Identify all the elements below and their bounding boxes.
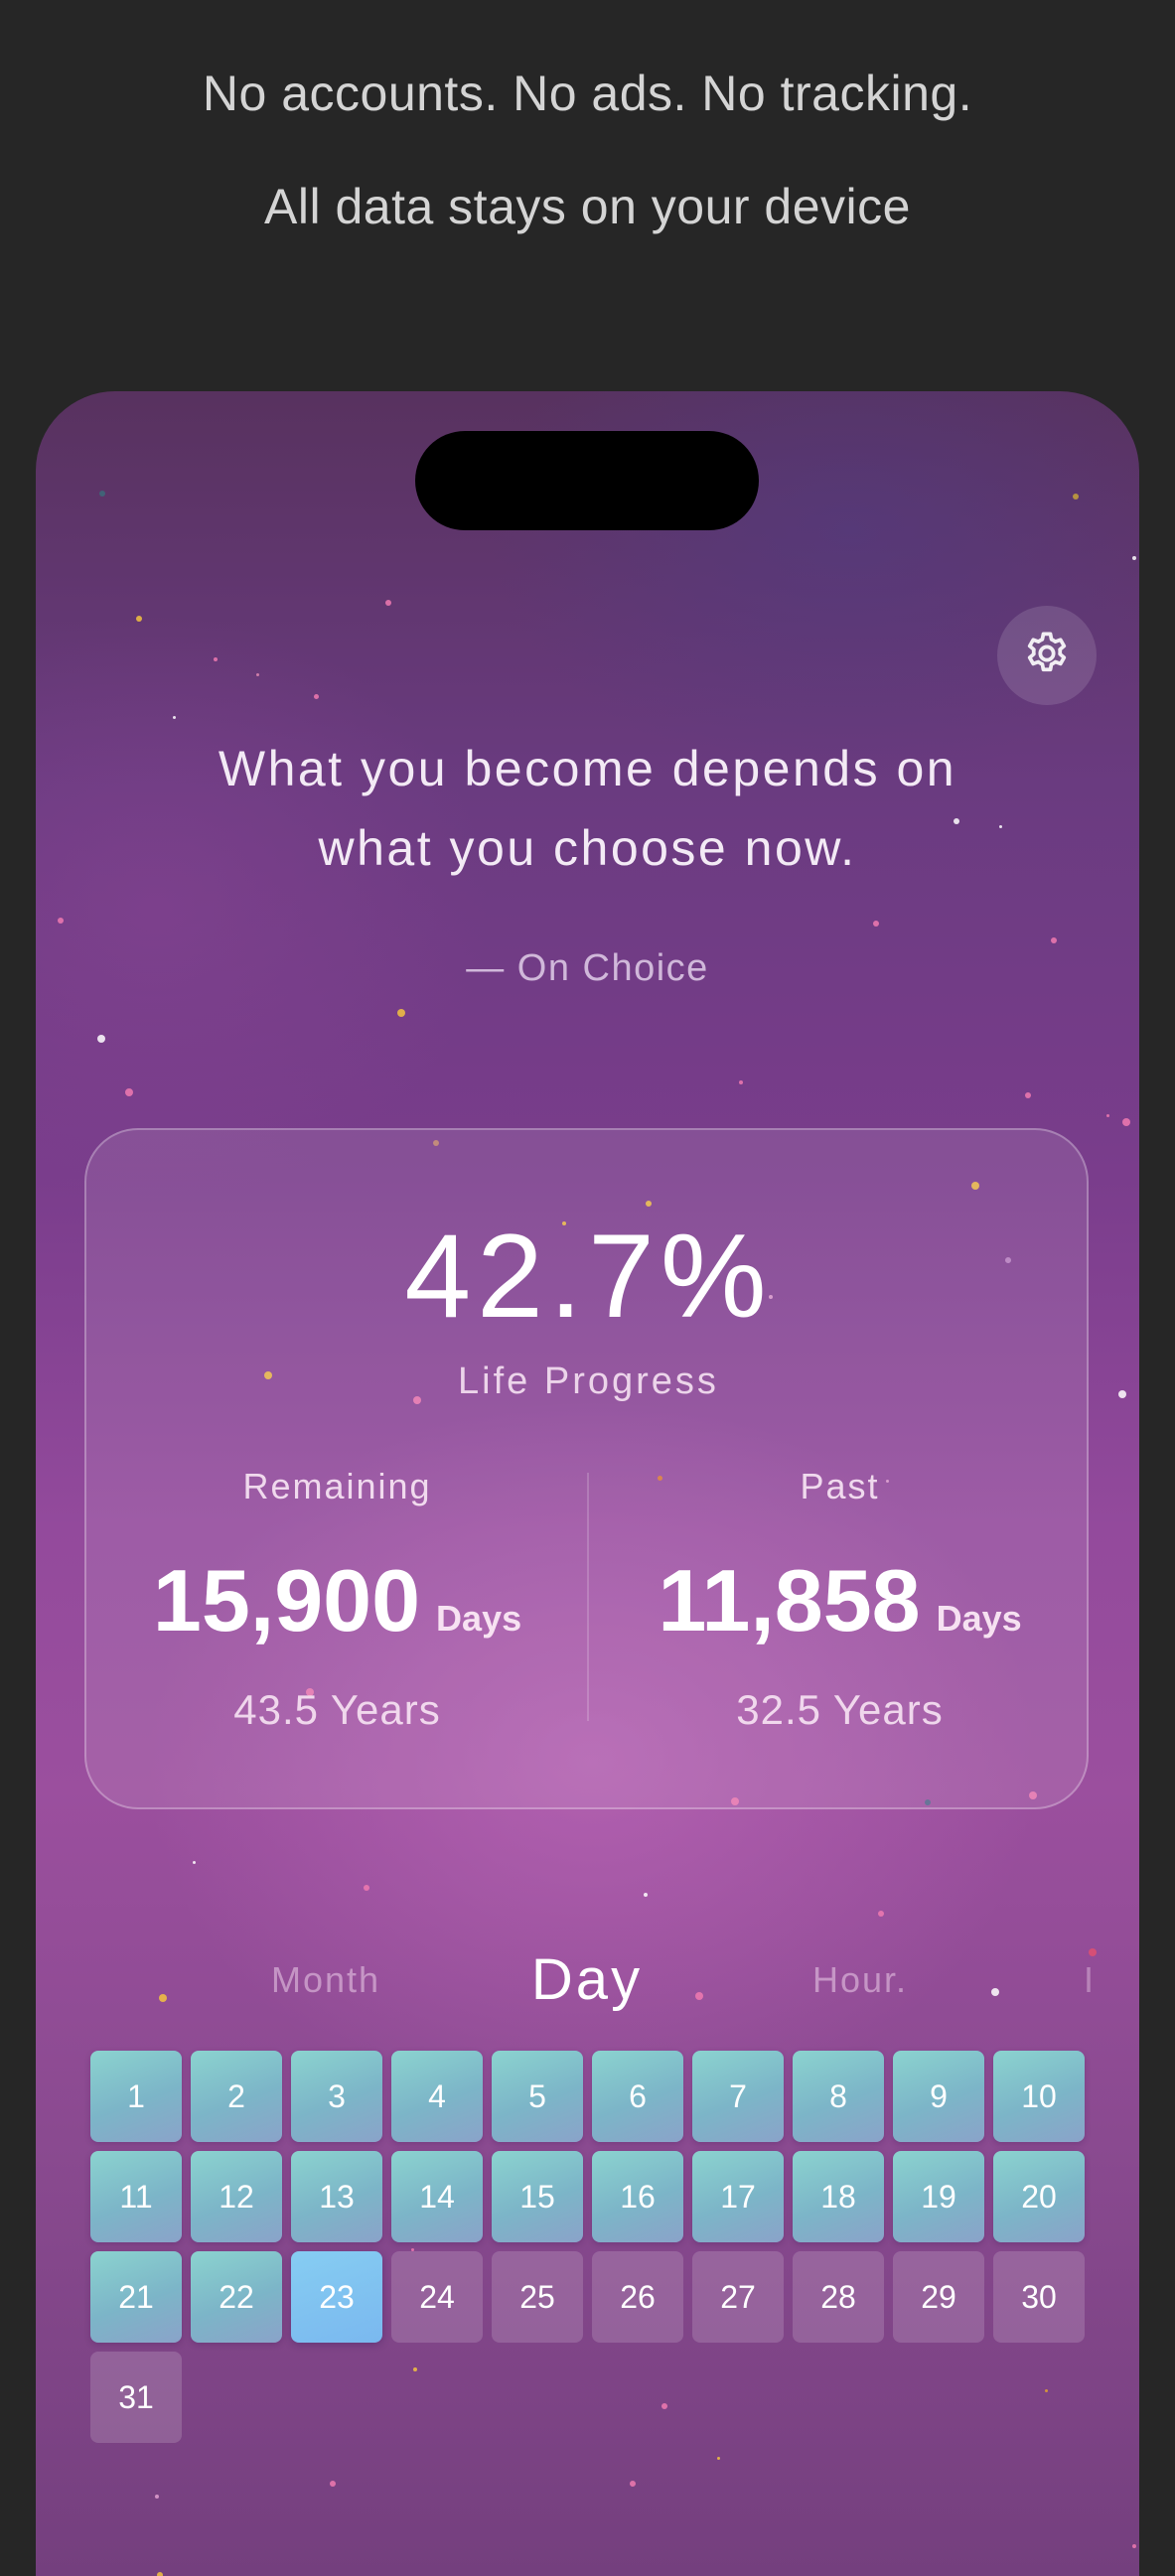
star-dot xyxy=(1132,2544,1136,2548)
day-cell[interactable]: 5 xyxy=(492,2051,583,2142)
tab-day[interactable]: Day xyxy=(473,1940,701,2020)
promo-data-line: All data stays on your device xyxy=(264,179,911,234)
past-days: 11,858 Days xyxy=(589,1551,1091,1668)
day-cell[interactable]: 9 xyxy=(893,2051,984,2142)
day-cell[interactable]: 6 xyxy=(592,2051,683,2142)
star-dot xyxy=(630,2481,636,2487)
star-dot xyxy=(413,2367,417,2371)
day-cell[interactable]: 20 xyxy=(993,2151,1085,2242)
day-cell[interactable]: 1 xyxy=(90,2051,182,2142)
day-cell[interactable]: 24 xyxy=(391,2251,483,2343)
day-cell[interactable]: 28 xyxy=(793,2251,884,2343)
day-cell[interactable]: 12 xyxy=(191,2151,282,2242)
star-dot xyxy=(1122,1118,1130,1126)
day-cell[interactable]: 17 xyxy=(692,2151,784,2242)
star-dot xyxy=(1132,556,1136,560)
star-dot xyxy=(214,657,218,661)
star-dot xyxy=(661,2403,667,2409)
day-cell[interactable]: 18 xyxy=(793,2151,884,2242)
life-progress-card: 42.7% Life Progress Remaining 15,900 Days… xyxy=(84,1128,1089,1809)
quote-text: What you become depends on what you choo… xyxy=(135,729,1040,888)
star-dot xyxy=(256,673,259,676)
day-cell[interactable]: 2 xyxy=(191,2051,282,2142)
life-progress-percent: 42.7% xyxy=(404,1210,773,1343)
star-dot xyxy=(97,1035,105,1043)
star-dot xyxy=(385,600,391,606)
remaining-days-unit: Days xyxy=(436,1598,522,1639)
star-dot xyxy=(173,716,176,719)
day-cell[interactable]: 30 xyxy=(993,2251,1085,2343)
day-cell[interactable]: 14 xyxy=(391,2151,483,2242)
tab-month[interactable]: Month xyxy=(217,1940,435,2020)
star-dot xyxy=(159,1994,167,2002)
quote-attribution: — On Choice xyxy=(466,947,709,989)
day-cell[interactable]: 25 xyxy=(492,2251,583,2343)
star-dot xyxy=(1073,494,1079,500)
star-dot xyxy=(739,1080,743,1084)
past-days-unit: Days xyxy=(936,1598,1022,1639)
star-dot xyxy=(1025,1092,1031,1098)
star-dot xyxy=(878,1911,884,1917)
tab-overflow[interactable]: I xyxy=(1079,1940,1099,2020)
star-dot xyxy=(58,918,64,924)
phone-screen: What you become depends on what you choo… xyxy=(36,391,1139,2576)
day-cell[interactable]: 19 xyxy=(893,2151,984,2242)
day-cell[interactable]: 4 xyxy=(391,2051,483,2142)
day-cell[interactable]: 11 xyxy=(90,2151,182,2242)
star-dot xyxy=(1051,937,1057,943)
past-years: 32.5 Years xyxy=(736,1686,944,1733)
day-cell[interactable]: 8 xyxy=(793,2051,884,2142)
star-dot xyxy=(1106,1114,1109,1117)
past-heading: Past xyxy=(800,1466,880,1506)
star-dot xyxy=(125,1088,133,1096)
tab-hour[interactable]: Hour. xyxy=(751,1940,969,2020)
day-cell[interactable]: 13 xyxy=(291,2151,382,2242)
star-dot xyxy=(330,2481,336,2487)
star-dot xyxy=(99,491,105,497)
day-cell[interactable]: 29 xyxy=(893,2251,984,2343)
gear-icon xyxy=(1022,629,1072,683)
star-dot xyxy=(136,616,142,622)
day-cell-today[interactable]: 23 xyxy=(291,2251,382,2343)
day-cell[interactable]: 10 xyxy=(993,2051,1085,2142)
day-cell[interactable]: 26 xyxy=(592,2251,683,2343)
remaining-heading: Remaining xyxy=(242,1466,432,1506)
dynamic-island xyxy=(415,431,759,530)
day-cell[interactable]: 15 xyxy=(492,2151,583,2242)
day-cell[interactable]: 7 xyxy=(692,2051,784,2142)
quote-line-1: What you become depends on xyxy=(218,741,957,796)
settings-button[interactable] xyxy=(997,606,1097,705)
day-cell[interactable]: 22 xyxy=(191,2251,282,2343)
remaining-days: 15,900 Days xyxy=(86,1551,588,1668)
star-dot xyxy=(397,1009,405,1017)
star-dot xyxy=(364,1885,369,1891)
star-dot xyxy=(314,694,319,699)
star-dot xyxy=(1045,2389,1048,2392)
star-dot xyxy=(873,921,879,927)
star-dot xyxy=(155,2495,159,2499)
day-cell[interactable]: 31 xyxy=(90,2352,182,2443)
star-dot xyxy=(193,1861,196,1864)
day-cell[interactable]: 16 xyxy=(592,2151,683,2242)
day-cell[interactable]: 3 xyxy=(291,2051,382,2142)
day-cell[interactable]: 21 xyxy=(90,2251,182,2343)
star-dot xyxy=(717,2457,720,2460)
quote-line-2: what you choose now. xyxy=(318,820,857,876)
star-dot xyxy=(644,1893,648,1897)
star-dot xyxy=(157,2572,163,2576)
star-dot xyxy=(1118,1390,1126,1398)
day-cell[interactable]: 27 xyxy=(692,2251,784,2343)
remaining-days-value: 15,900 xyxy=(152,1551,421,1649)
past-days-value: 11,858 xyxy=(658,1551,921,1649)
remaining-years: 43.5 Years xyxy=(233,1686,441,1733)
life-progress-label: Life Progress xyxy=(458,1360,719,1402)
star-dot xyxy=(991,1988,999,1996)
promo-privacy-line: No accounts. No ads. No tracking. xyxy=(202,66,973,121)
